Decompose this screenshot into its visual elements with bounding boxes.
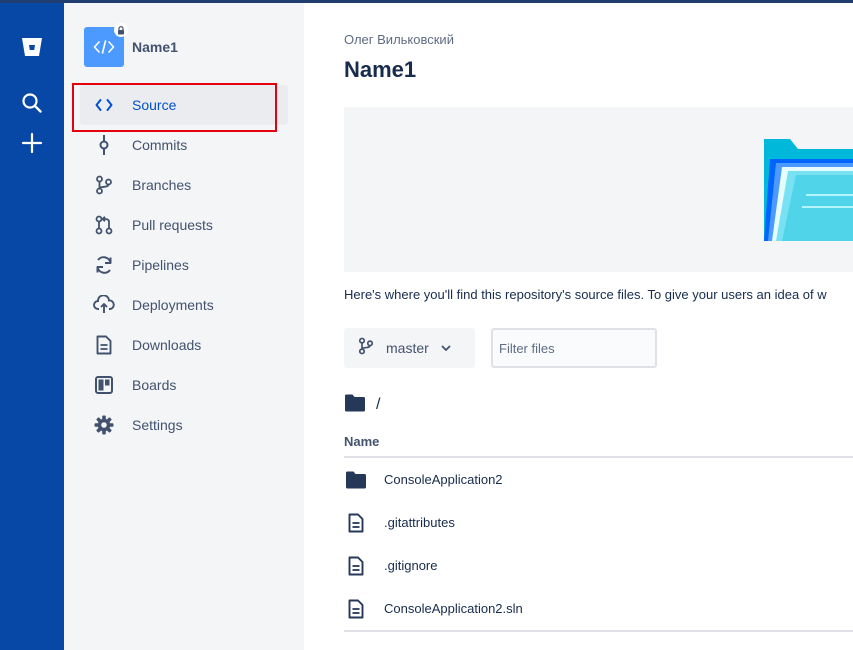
gear-icon	[92, 413, 116, 437]
code-icon	[92, 93, 116, 117]
sidebar-item-pull-requests[interactable]: Pull requests	[80, 205, 288, 245]
breadcrumb: /	[344, 393, 380, 417]
sidebar-item-pipelines[interactable]: Pipelines	[80, 245, 288, 285]
sidebar-nav: Source Commits Branches Pull requests Pi…	[80, 85, 288, 445]
downloads-icon	[92, 333, 116, 357]
file-row[interactable]: .gitattributes	[344, 501, 853, 544]
page-title: Name1	[344, 57, 417, 82]
pipelines-icon	[92, 253, 116, 277]
sidebar-item-downloads[interactable]: Downloads	[80, 325, 288, 365]
sidebar-item-label: Settings	[132, 417, 183, 433]
file-name[interactable]: ConsoleApplication2.sln	[384, 601, 523, 616]
file-row[interactable]: ConsoleApplication2.sln	[344, 587, 853, 630]
create-plus-icon[interactable]	[16, 127, 48, 159]
file-row[interactable]: ConsoleApplication2	[344, 458, 853, 501]
repository-avatar[interactable]	[84, 23, 128, 67]
repository-sidebar: Name1 Source Commits Branches Pull reque…	[64, 3, 304, 650]
sidebar-item-label: Branches	[132, 177, 192, 193]
file-icon	[344, 554, 368, 578]
private-lock-icon	[114, 23, 128, 37]
sidebar-item-label: Source	[132, 97, 177, 113]
branch-name: master	[386, 340, 429, 356]
commit-icon	[92, 133, 116, 157]
sidebar-item-label: Downloads	[132, 337, 202, 353]
repository-header[interactable]: Name1	[84, 23, 178, 67]
sidebar-item-branches[interactable]: Branches	[80, 165, 288, 205]
sidebar-item-label: Commits	[132, 137, 188, 153]
deployments-icon	[92, 293, 116, 317]
repository-name[interactable]: Name1	[132, 39, 178, 55]
bitbucket-logo-icon[interactable]	[16, 31, 48, 63]
file-name[interactable]: .gitignore	[384, 558, 437, 573]
folder-icon	[344, 394, 366, 417]
source-description: Here's where you'll find this repository…	[344, 287, 827, 302]
file-row[interactable]: .gitignore	[344, 544, 853, 587]
sidebar-item-label: Pull requests	[132, 217, 213, 233]
boards-icon	[92, 373, 116, 397]
file-icon	[344, 511, 368, 535]
sidebar-item-label: Deployments	[132, 297, 214, 313]
pull-request-icon	[92, 213, 116, 237]
branch-selector-button[interactable]: master	[344, 328, 475, 368]
filter-files-input[interactable]	[491, 328, 657, 368]
code-icon	[93, 40, 115, 54]
list-bottom-divider	[344, 630, 853, 632]
sidebar-item-label: Boards	[132, 377, 177, 393]
column-header-name[interactable]: Name	[344, 434, 379, 449]
file-name[interactable]: .gitattributes	[384, 515, 455, 530]
sidebar-item-commits[interactable]: Commits	[80, 125, 288, 165]
branch-icon	[92, 173, 116, 197]
sidebar-item-source[interactable]: Source	[80, 85, 288, 125]
empty-source-banner	[344, 107, 853, 272]
breadcrumb-owner[interactable]: Олег Вильковский	[344, 32, 454, 47]
global-nav	[0, 3, 64, 650]
file-name[interactable]: ConsoleApplication2	[384, 472, 503, 487]
folder-illustration-icon	[764, 139, 853, 241]
sidebar-item-label: Pipelines	[132, 257, 189, 273]
folder-icon	[344, 468, 368, 492]
branch-icon	[358, 337, 374, 360]
sidebar-item-deployments[interactable]: Deployments	[80, 285, 288, 325]
sidebar-item-boards[interactable]: Boards	[80, 365, 288, 405]
file-list: ConsoleApplication2 .gitattributes .giti…	[344, 458, 853, 630]
path-root[interactable]: /	[376, 396, 380, 414]
search-icon[interactable]	[16, 87, 48, 119]
file-icon	[344, 597, 368, 621]
chevron-down-icon	[441, 345, 451, 352]
main-content: Олег Вильковский Name1 Here's where you'…	[344, 0, 853, 650]
sidebar-item-settings[interactable]: Settings	[80, 405, 288, 445]
